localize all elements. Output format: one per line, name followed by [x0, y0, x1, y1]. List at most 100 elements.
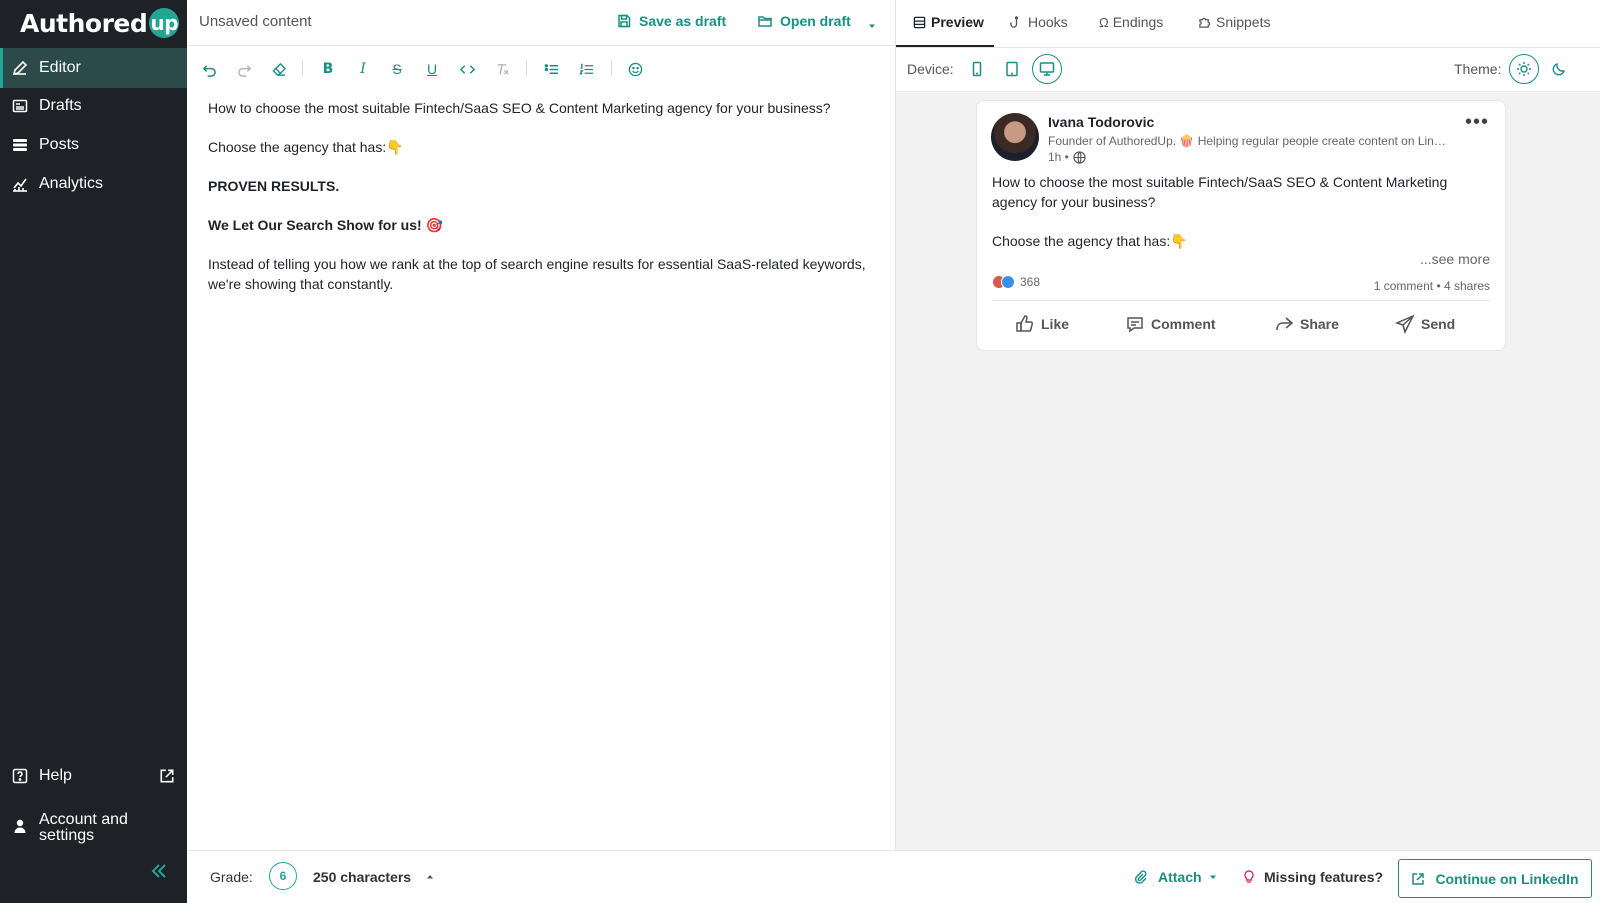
posts-icon — [12, 137, 28, 153]
sidebar-item-label: Posts — [39, 136, 80, 153]
theme-label: Theme: — [1454, 61, 1502, 77]
character-count[interactable]: 250 characters — [313, 869, 435, 885]
light-theme-button[interactable] — [1509, 54, 1539, 84]
italic-icon[interactable]: I — [353, 59, 373, 79]
hook-icon — [1010, 15, 1019, 28]
tab-preview[interactable]: Preview — [913, 14, 984, 30]
send-button[interactable]: Send — [1395, 314, 1455, 334]
editor-paragraph: We Let Our Search Show for us! 🎯 — [208, 217, 443, 233]
bold-icon[interactable]: B — [318, 59, 338, 79]
tab-endings[interactable]: Ω Endings — [1099, 14, 1163, 30]
underline-icon[interactable]: U — [422, 59, 442, 79]
sidebar-item-account[interactable]: Account and settings — [0, 806, 187, 850]
collapse-sidebar-icon[interactable] — [150, 862, 168, 880]
sidebar-item-label: Account and settings — [39, 811, 128, 844]
dark-theme-button[interactable] — [1544, 54, 1574, 84]
active-tab-indicator — [896, 45, 994, 47]
sidebar-item-label: Help — [39, 767, 72, 784]
mobile-icon — [972, 61, 982, 77]
divider — [992, 300, 1490, 301]
sidebar-item-label: Editor — [39, 59, 81, 76]
editor-paragraph: PROVEN RESULTS. — [208, 178, 340, 194]
code-icon[interactable] — [457, 59, 477, 79]
paperclip-icon — [1134, 870, 1147, 884]
formatting-toolbar: B I S U — [187, 47, 895, 91]
toolbar-divider — [302, 60, 303, 76]
omega-icon: Ω — [1099, 14, 1109, 30]
clear-format-icon[interactable] — [492, 59, 512, 79]
sidebar-item-analytics[interactable]: Analytics — [0, 164, 187, 204]
attach-button[interactable]: Attach — [1134, 869, 1218, 885]
continue-on-linkedin-button[interactable]: Continue on LinkedIn — [1398, 859, 1592, 898]
editor-paragraph: How to choose the most suitable Fintech/… — [208, 100, 831, 116]
moon-icon — [1552, 62, 1566, 76]
help-icon — [12, 768, 28, 784]
see-more-link[interactable]: ...see more — [1420, 251, 1490, 267]
sidebar-item-posts[interactable]: Posts — [0, 125, 187, 165]
share-button[interactable]: Share — [1274, 314, 1339, 334]
save-icon — [618, 14, 631, 28]
author-headline: Founder of AuthoredUp. 🍿 Helping regular… — [1048, 134, 1448, 148]
strikethrough-icon[interactable]: S — [387, 59, 407, 79]
editor-paragraph: Choose the agency that has:👇 — [208, 139, 404, 155]
sidebar-item-label: Analytics — [39, 175, 104, 192]
thumbs-up-icon — [1016, 315, 1034, 332]
right-panel-tabs: Preview Hooks Ω Endings Snippets — [896, 0, 1600, 48]
undo-icon[interactable] — [199, 59, 219, 79]
bottom-bar: Grade: 6 250 characters Attach Missing f… — [187, 850, 1600, 903]
chevron-down-icon — [1209, 875, 1216, 879]
avatar — [991, 113, 1039, 161]
like-button[interactable]: Like — [1015, 314, 1069, 334]
comment-button[interactable]: Comment — [1125, 314, 1216, 334]
preview-area: Ivana Todorovic Founder of AuthoredUp. 🍿… — [896, 92, 1600, 850]
save-draft-button[interactable]: Save as draft — [617, 13, 726, 29]
puzzle-icon — [1199, 17, 1211, 28]
author-name: Ivana Todorovic — [1048, 114, 1155, 130]
analytics-icon — [12, 176, 28, 192]
post-editor[interactable]: How to choose the most suitable Fintech/… — [208, 98, 868, 313]
sidebar-item-editor[interactable]: Editor — [0, 48, 187, 88]
logo: Authored up — [20, 8, 180, 38]
redo-icon[interactable] — [234, 59, 254, 79]
tab-hooks[interactable]: Hooks — [1010, 14, 1068, 30]
eraser-icon[interactable] — [269, 59, 289, 79]
user-icon — [12, 818, 28, 834]
chevron-up-icon — [427, 875, 434, 879]
grade-label: Grade: — [210, 869, 253, 885]
toolbar-divider — [611, 60, 612, 76]
sun-icon — [1517, 62, 1531, 76]
send-icon — [1395, 314, 1415, 334]
reactions-count: 368 — [992, 275, 1040, 289]
desktop-icon — [1039, 62, 1055, 76]
sidebar-item-help[interactable]: Help — [0, 756, 187, 796]
open-draft-button[interactable]: Open draft — [758, 13, 851, 29]
like-reaction-icon — [1001, 275, 1015, 289]
mobile-device-button[interactable] — [962, 54, 992, 84]
editor-paragraph: Instead of telling you how we rank at th… — [208, 256, 866, 292]
missing-features-button[interactable]: Missing features? — [1242, 869, 1383, 885]
bullet-list-icon[interactable] — [541, 59, 561, 79]
tablet-device-button[interactable] — [997, 54, 1027, 84]
editor-header: Unsaved content Save as draft Open draft — [187, 0, 895, 46]
lightbulb-icon — [1244, 870, 1254, 883]
emoji-icon[interactable] — [625, 59, 645, 79]
external-link-icon — [1412, 872, 1425, 885]
tab-snippets[interactable]: Snippets — [1198, 14, 1270, 30]
open-draft-dropdown-icon[interactable] — [867, 18, 877, 28]
numbered-list-icon[interactable] — [576, 59, 596, 79]
pencil-icon — [12, 60, 28, 76]
folder-icon — [758, 16, 772, 27]
external-link-icon — [159, 768, 174, 783]
engagement-summary: 1 comment • 4 shares — [1373, 279, 1490, 293]
grade-badge: 6 — [269, 862, 297, 890]
sidebar-item-drafts[interactable]: Drafts — [0, 86, 187, 126]
sidebar: Authored up Editor Drafts Posts Analytic… — [0, 0, 187, 903]
comment-icon — [1127, 317, 1143, 333]
drafts-icon — [12, 98, 28, 114]
globe-icon — [1073, 150, 1086, 164]
tablet-icon — [1006, 61, 1018, 77]
device-bar: Device: Theme: — [896, 48, 1600, 92]
desktop-device-button[interactable] — [1032, 54, 1062, 84]
document-title: Unsaved content — [199, 13, 312, 30]
more-options-icon[interactable]: ••• — [1465, 111, 1489, 134]
